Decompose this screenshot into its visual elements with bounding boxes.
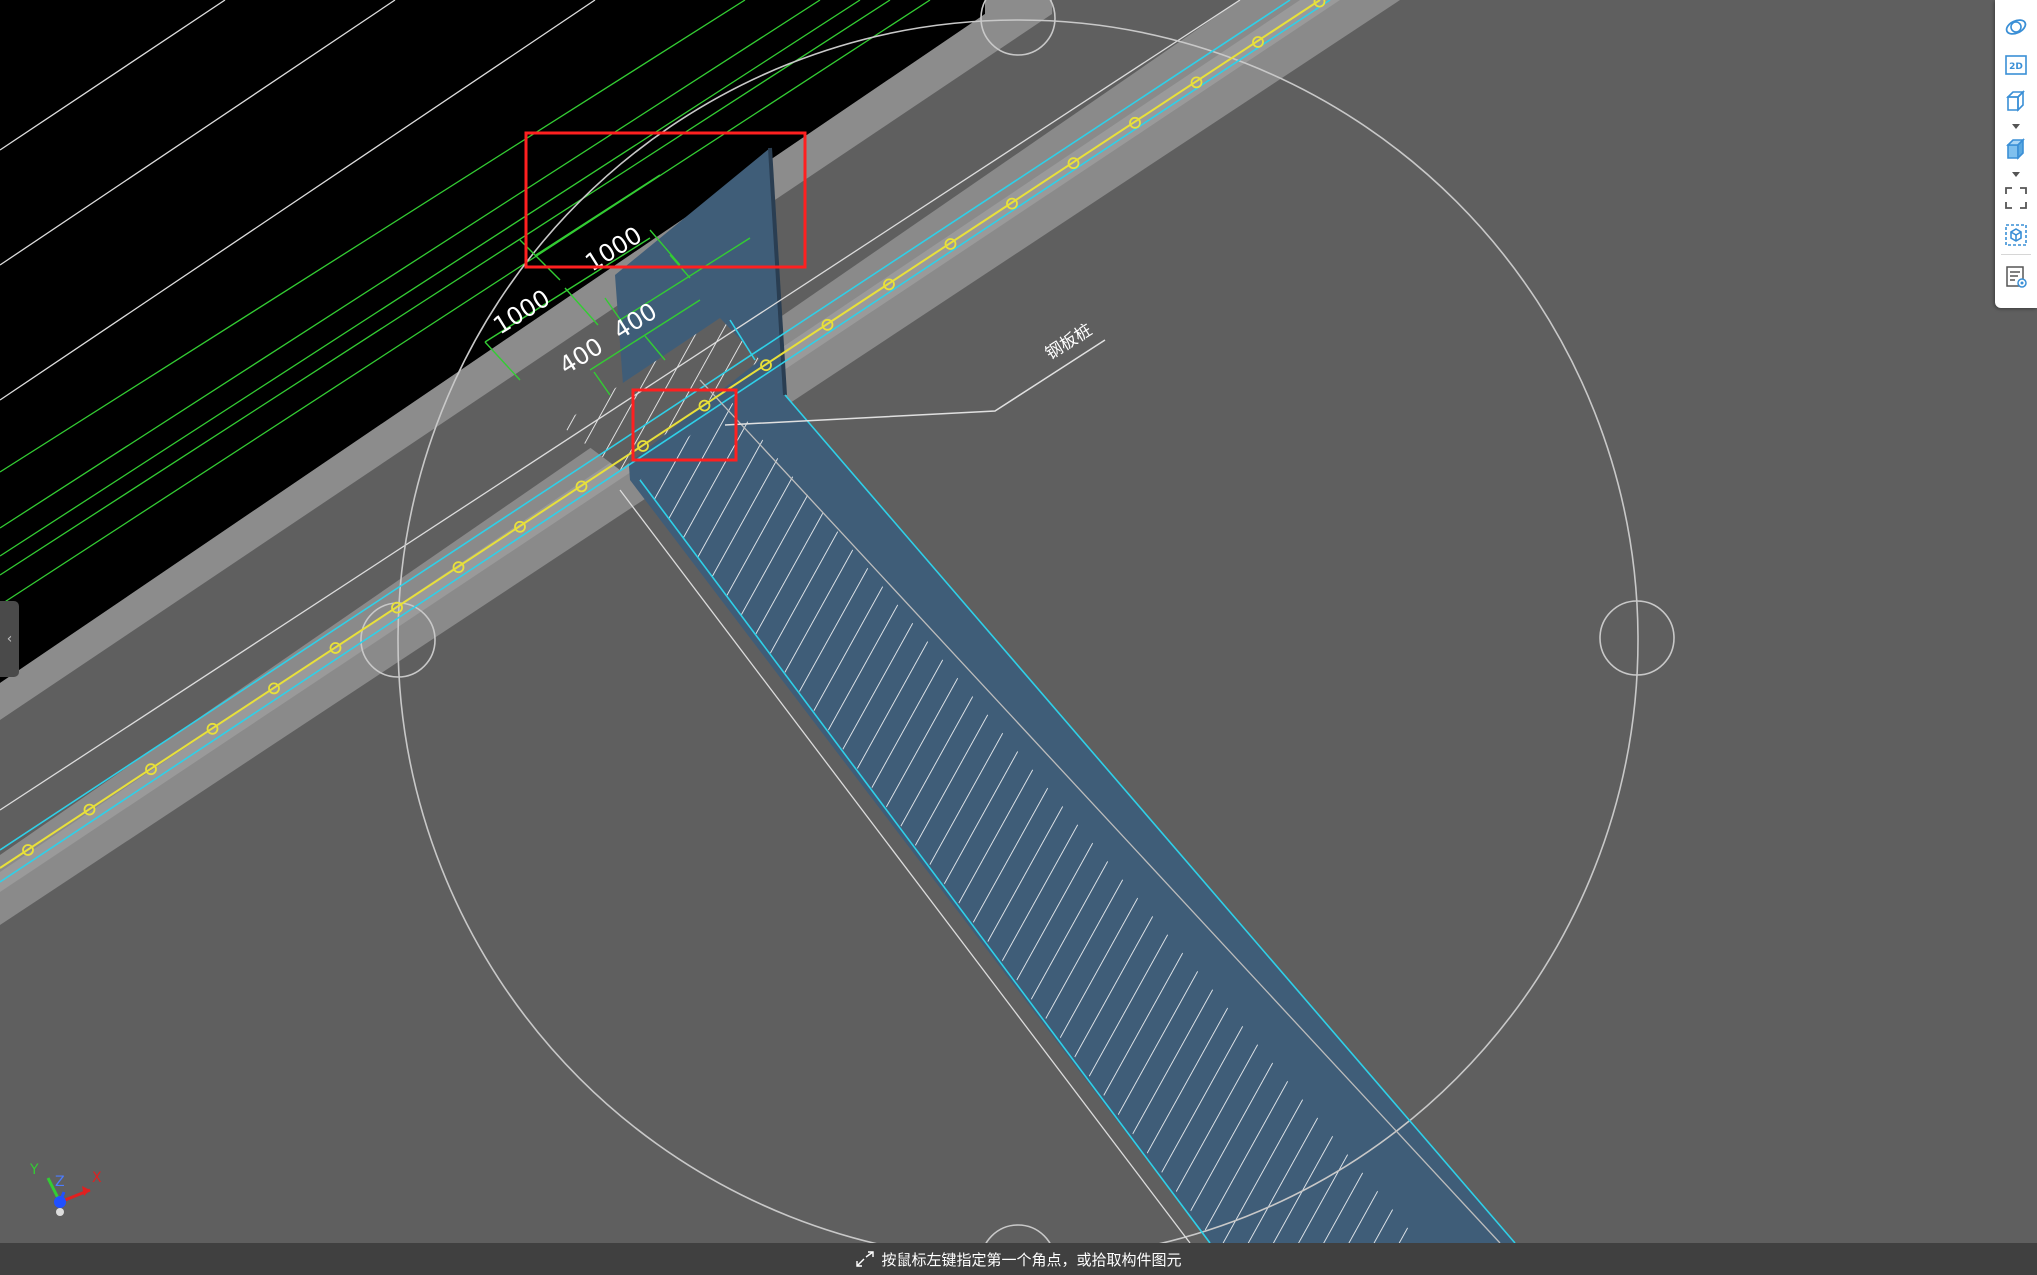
- leader-label: 钢板桩: [1042, 320, 1096, 364]
- component-view-icon: [2005, 224, 2027, 246]
- view-toolbar: 2D: [1995, 0, 2037, 308]
- axis-gizmo: Y Z X: [24, 1162, 114, 1226]
- 2d-view-icon: 2D: [2005, 55, 2027, 75]
- caret-down-icon: [2012, 123, 2020, 129]
- strut-hatch: [640, 400, 1420, 1243]
- fit-view-icon: [2005, 187, 2027, 209]
- drawing-canvas[interactable]: 1000 1000 400 400 钢板桩: [0, 0, 2037, 1275]
- properties-button[interactable]: [2003, 264, 2029, 290]
- 3d-view-dropdown[interactable]: [2008, 122, 2024, 130]
- axis-z-label: Z: [55, 1174, 65, 1190]
- display-mode-button[interactable]: [2003, 136, 2029, 162]
- toolbar-separator: [2001, 254, 2031, 255]
- fit-view-button[interactable]: [2003, 185, 2029, 211]
- component-view-button[interactable]: [2003, 222, 2029, 248]
- 3d-view-button[interactable]: [2003, 88, 2029, 114]
- status-prompt: 按鼠标左键指定第一个角点，或拾取构件图元: [881, 1250, 1182, 1269]
- axis-x-label: X: [92, 1170, 102, 1186]
- display-mode-dropdown[interactable]: [2008, 170, 2024, 178]
- properties-icon: [2006, 266, 2027, 288]
- cad-viewport[interactable]: 1000 1000 400 400 钢板桩 Y Z X: [0, 0, 2037, 1275]
- 2d-view-label: 2D: [2009, 62, 2023, 72]
- window-select-icon: [856, 1251, 875, 1267]
- strut-centerline: [699, 379, 1501, 1244]
- orbit-button[interactable]: [2003, 14, 2029, 40]
- orbit-icon: [2005, 19, 2027, 35]
- chevron-left-icon: ‹: [6, 631, 13, 647]
- display-mode-icon: [2006, 138, 2025, 160]
- status-bar: 按鼠标左键指定第一个角点，或拾取构件图元: [0, 1243, 2037, 1275]
- caret-down-icon: [2012, 171, 2020, 177]
- left-panel-collapse-button[interactable]: ‹: [0, 601, 19, 677]
- 2d-view-button[interactable]: 2D: [2003, 52, 2029, 78]
- 3d-view-icon: [2006, 90, 2025, 112]
- axis-y-label: Y: [30, 1162, 39, 1178]
